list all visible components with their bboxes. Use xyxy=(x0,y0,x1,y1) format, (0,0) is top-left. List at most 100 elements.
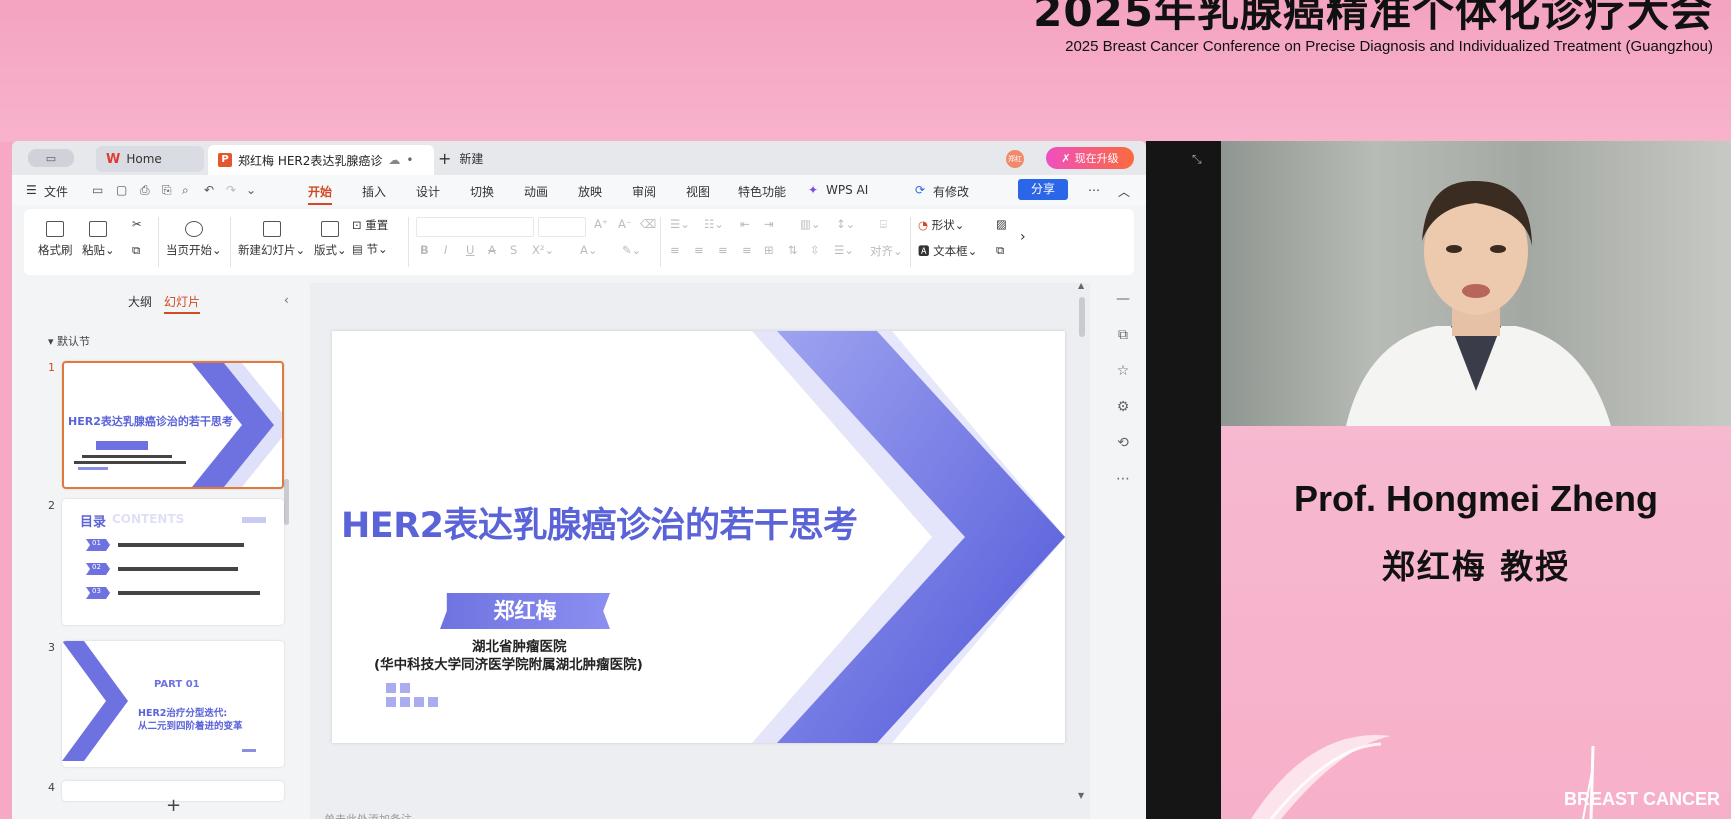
numbering-icon[interactable]: ☷⌄ xyxy=(704,217,724,231)
tab-document[interactable]: P 郑红梅 HER2表达乳腺癌诊 ☁ • xyxy=(208,145,434,175)
tab-slides[interactable]: 幻灯片 xyxy=(164,293,201,314)
decrease-font-icon[interactable]: A⁻ xyxy=(618,217,632,231)
align-text-icon[interactable]: ⌸ xyxy=(880,217,887,232)
user-avatar[interactable]: 郑红 xyxy=(1006,150,1024,168)
arrange-icon[interactable]: ⧉ xyxy=(996,243,1004,258)
menu-insert[interactable]: 插入 xyxy=(362,183,386,200)
save-icon[interactable]: ▢ xyxy=(116,183,127,197)
open-icon[interactable]: ▭ xyxy=(92,183,103,197)
shapes-panel-icon[interactable]: ⧉ xyxy=(1110,327,1136,363)
underline-icon[interactable]: U xyxy=(466,243,474,257)
section-button[interactable]: ▤ 节⌄ xyxy=(352,241,388,257)
bullets-icon[interactable]: ☰⌄ xyxy=(670,217,690,231)
unsaved-dot-icon[interactable]: • xyxy=(406,153,413,167)
hamburger-icon[interactable]: ☰ xyxy=(26,183,37,197)
menu-animation[interactable]: 动画 xyxy=(524,183,548,200)
align-left-icon[interactable]: ≡ xyxy=(670,243,680,257)
collapse-panel-icon[interactable]: ‹ xyxy=(284,293,289,307)
expand-icon[interactable]: ⤡ xyxy=(1192,152,1202,167)
increase-indent-icon[interactable]: ⇥ xyxy=(764,217,774,231)
ribbon-more-chevron-icon[interactable]: › xyxy=(1020,229,1026,245)
undo-icon[interactable]: ↶ xyxy=(204,183,214,197)
menu-slideshow[interactable]: 放映 xyxy=(578,183,602,200)
minimize-icon[interactable]: — xyxy=(1110,291,1136,327)
cut-icon[interactable]: ✂ xyxy=(132,217,142,231)
text-direction-icon[interactable]: ⇅ xyxy=(788,243,798,257)
shadow-icon[interactable]: S xyxy=(510,243,517,257)
menu-bar: ☰ 文件 ▭ ▢ ⎙ ⎘ ⌕ ↶ ↷ ⌄ 开始 插入 设计 切换 动画 放映 审… xyxy=(12,175,1146,205)
history-icon[interactable]: ⟲ xyxy=(1110,435,1136,471)
add-slide-icon[interactable]: + xyxy=(166,795,181,816)
justify-icon[interactable]: ≡ xyxy=(742,243,752,257)
italic-icon[interactable]: I xyxy=(444,243,447,257)
notes-field[interactable]: 单击此处添加备注 xyxy=(324,811,412,819)
redo-icon[interactable]: ↷ xyxy=(226,183,236,197)
share-button[interactable]: 分享 xyxy=(1018,179,1068,200)
menu-transition[interactable]: 切换 xyxy=(470,183,494,200)
layout-button[interactable]: 版式⌄ xyxy=(314,221,347,258)
slide-thumbnail-1[interactable]: HER2表达乳腺癌诊治的若干思考 xyxy=(62,361,284,489)
reset-button[interactable]: ⊡ 重置 xyxy=(352,217,388,233)
new-slide-button[interactable]: 新建幻灯片⌄ xyxy=(238,221,305,258)
superscript-icon[interactable]: X²⌄ xyxy=(532,243,554,257)
line-spacing-icon[interactable]: ↕⌄ xyxy=(836,217,855,231)
tab-outline[interactable]: 大纲 xyxy=(128,293,152,310)
chevron-down-icon[interactable]: ⌄ xyxy=(246,183,256,197)
text-align-icon[interactable]: ☰⌄ xyxy=(834,243,854,257)
para-spacing-icon[interactable]: ⇳ xyxy=(810,243,820,257)
format-painter-button[interactable]: 格式刷 xyxy=(38,221,73,258)
decrease-indent-icon[interactable]: ⇤ xyxy=(740,217,750,231)
window-switch-icon[interactable]: ▭ xyxy=(28,149,74,167)
font-color-icon[interactable]: A⌄ xyxy=(580,243,598,257)
font-size-select[interactable] xyxy=(538,217,586,237)
cloud-icon: ☁ xyxy=(388,153,401,167)
distribute-icon[interactable]: ⊞ xyxy=(764,243,774,257)
textbox-button[interactable]: 🅰 文本框⌄ xyxy=(918,243,977,259)
bold-icon[interactable]: B xyxy=(420,243,429,257)
slide-thumbnail-2[interactable]: 目录 CONTENTS 01 02 03 xyxy=(62,499,284,625)
align-right-icon[interactable]: ≡ xyxy=(718,243,728,257)
menu-start[interactable]: 开始 xyxy=(308,183,333,205)
tab-new[interactable]: + 新建 xyxy=(438,149,483,168)
more-icon[interactable]: ⋯ xyxy=(1088,183,1100,197)
increase-font-icon[interactable]: A⁺ xyxy=(594,217,608,231)
slide-number: 4 xyxy=(48,781,55,794)
slide-affiliation: (华中科技大学同济医学院附属湖北肿瘤医院) xyxy=(374,657,643,673)
panel-scrollbar[interactable] xyxy=(284,479,289,525)
play-from-current-button[interactable]: 当页开始⌄ xyxy=(166,221,222,258)
star-icon[interactable]: ☆ xyxy=(1110,363,1136,399)
highlight-icon[interactable]: ✎⌄ xyxy=(622,243,641,257)
print-icon[interactable]: ⎙ xyxy=(140,183,150,198)
current-slide[interactable]: HER2表达乳腺癌诊治的若干思考 郑红梅 湖北省肿瘤医院 (华中科技大学同济医学… xyxy=(332,331,1065,743)
align-center-icon[interactable]: ≡ xyxy=(694,243,704,257)
print-preview-icon[interactable]: ⎘ xyxy=(162,183,172,198)
upgrade-button[interactable]: ✗ 现在升级 xyxy=(1046,147,1134,169)
settings-sliders-icon[interactable]: ⚙ xyxy=(1110,399,1136,435)
clear-format-icon[interactable]: ⌫ xyxy=(640,217,656,231)
menu-view[interactable]: 视图 xyxy=(686,183,710,200)
align-dropdown[interactable]: 对齐⌄ xyxy=(870,243,903,259)
menu-special-features[interactable]: 特色功能 xyxy=(738,183,786,200)
paste-button[interactable]: 粘贴⌄ xyxy=(82,221,115,258)
menu-file[interactable]: 文件 xyxy=(44,183,68,200)
canvas-scroll-thumb[interactable] xyxy=(1079,297,1085,337)
slide-thumbnail-3[interactable]: PART 01 HER2治疗分型迭代: 从二元到四阶着进的变革 xyxy=(62,641,284,767)
preview-icon[interactable]: ⌕ xyxy=(182,183,189,198)
tab-home[interactable]: W Home xyxy=(96,146,204,172)
shape-button[interactable]: ◔ 形状⌄ xyxy=(918,217,964,233)
font-family-select[interactable] xyxy=(416,217,534,237)
collapse-ribbon-icon[interactable]: ︿ xyxy=(1118,183,1130,200)
scroll-down-icon[interactable]: ▼ xyxy=(1078,791,1084,800)
scroll-up-icon[interactable]: ▲ xyxy=(1078,281,1084,290)
picture-icon[interactable]: ▨ xyxy=(996,217,1007,231)
section-default[interactable]: ▾ 默认节 xyxy=(48,333,90,349)
columns-icon[interactable]: ▥⌄ xyxy=(800,217,821,231)
copy-icon[interactable]: ⧉ xyxy=(132,243,140,258)
menu-review[interactable]: 审阅 xyxy=(632,183,656,200)
strikethrough-icon[interactable]: A xyxy=(488,243,496,257)
more-tools-icon[interactable]: ⋯ xyxy=(1110,471,1136,507)
menu-wps-ai[interactable]: WPS AI xyxy=(826,183,868,197)
modified-status[interactable]: 有修改 xyxy=(933,183,969,200)
menu-design[interactable]: 设计 xyxy=(416,183,440,200)
canvas-scrollbar[interactable]: ▲ ▼ xyxy=(1078,281,1086,801)
